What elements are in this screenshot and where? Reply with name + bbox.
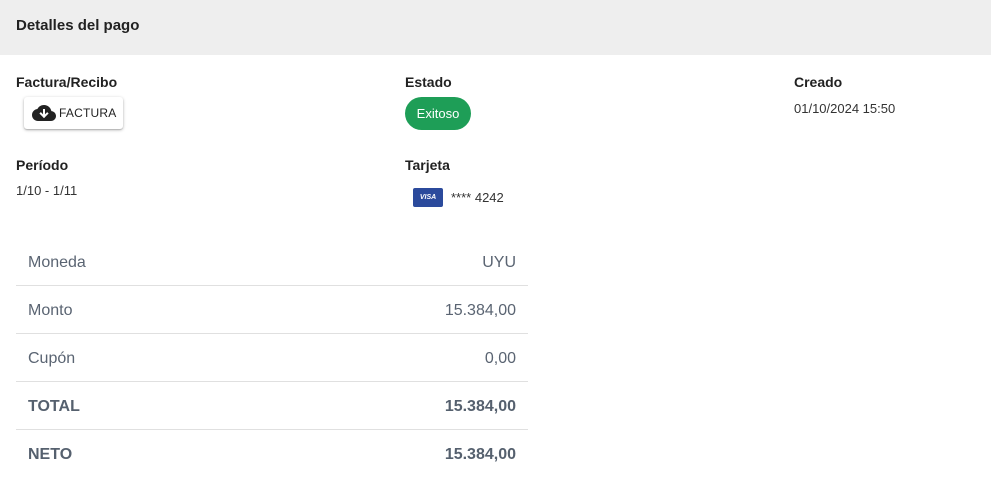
row-value: UYU xyxy=(482,254,516,271)
created-label: Creado xyxy=(794,74,843,90)
summary-row-net: NETO 15.384,00 xyxy=(16,430,528,478)
row-label: Cupón xyxy=(28,350,76,367)
visa-logo-icon: VISA xyxy=(413,188,443,207)
row-value: 0,00 xyxy=(484,350,516,367)
summary-row-currency: Moneda UYU xyxy=(16,238,528,286)
summary-row-amount: Monto 15.384,00 xyxy=(16,286,528,334)
row-value: 15.384,00 xyxy=(444,302,516,319)
page-header: Detalles del pago xyxy=(0,0,991,55)
row-value: 15.384,00 xyxy=(444,446,516,463)
card-number: **** 4242 xyxy=(451,190,504,205)
card-label: Tarjeta xyxy=(405,157,450,173)
row-label: Monto xyxy=(28,302,73,319)
period-label: Período xyxy=(16,157,69,173)
download-invoice-button[interactable]: FACTURA xyxy=(24,97,123,129)
invoice-label: Factura/Recibo xyxy=(16,74,118,90)
summary-row-total: TOTAL 15.384,00 xyxy=(16,382,528,430)
period-value: 1/10 - 1/11 xyxy=(16,183,78,198)
summary-row-coupon: Cupón 0,00 xyxy=(16,334,528,382)
row-label: Moneda xyxy=(28,254,86,271)
status-badge: Exitoso xyxy=(405,97,471,130)
page-title: Detalles del pago xyxy=(16,17,140,34)
status-label: Estado xyxy=(405,74,452,90)
row-label: TOTAL xyxy=(28,398,80,415)
cloud-download-icon xyxy=(32,103,56,123)
created-value: 01/10/2024 15:50 xyxy=(794,101,896,116)
row-value: 15.384,00 xyxy=(444,398,516,415)
row-label: NETO xyxy=(28,446,73,463)
payment-summary-table: Moneda UYU Monto 15.384,00 Cupón 0,00 TO… xyxy=(16,238,528,478)
invoice-button-label: FACTURA xyxy=(59,106,117,120)
